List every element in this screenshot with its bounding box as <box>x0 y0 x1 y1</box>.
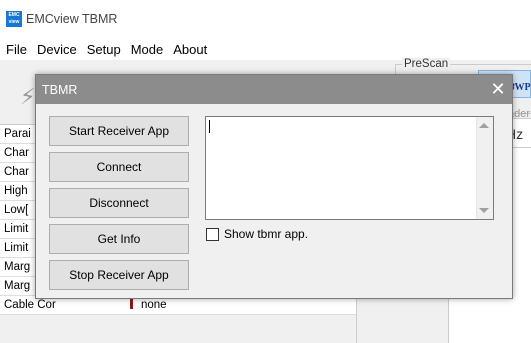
param-label: Marg <box>4 261 31 273</box>
output-scrollbar[interactable] <box>476 117 493 219</box>
app-title: EMCview TBMR <box>26 12 118 26</box>
menu-device[interactable]: Device <box>35 42 79 57</box>
start-receiver-app-button[interactable]: Start Receiver App <box>49 116 189 146</box>
param-label: Marg <box>4 280 31 292</box>
scroll-up-icon[interactable] <box>479 123 489 128</box>
app-logo-icon: EMC view <box>6 11 22 27</box>
disconnect-button[interactable]: Disconnect <box>49 188 189 218</box>
menu-bar: File Device Setup Mode About <box>0 38 531 60</box>
menu-mode[interactable]: Mode <box>129 42 166 57</box>
param-label: Limit <box>4 223 29 235</box>
prescan-label: PreScan <box>402 58 451 70</box>
dialog-title: TBMR <box>42 82 78 97</box>
connect-button[interactable]: Connect <box>49 152 189 182</box>
checkbox-box[interactable] <box>206 227 219 241</box>
close-icon[interactable]: ✕ <box>484 75 512 104</box>
param-label: High <box>4 185 28 197</box>
param-label: Char <box>4 147 29 159</box>
stop-receiver-app-button[interactable]: Stop Receiver App <box>49 260 189 290</box>
app-title-bar: EMC view EMCview TBMR <box>0 0 531 38</box>
text-caret <box>209 120 210 133</box>
param-label: Cable Cor <box>4 299 56 311</box>
checkbox-label: Show tbmr app. <box>224 227 309 241</box>
value-color-swatch <box>130 298 133 309</box>
param-value-text: none <box>141 299 167 311</box>
menu-file[interactable]: File <box>4 42 29 57</box>
tbmr-dialog: TBMR ✕ Start Receiver App Connect Discon… <box>35 74 513 299</box>
param-label: Low[ <box>4 204 29 216</box>
scroll-down-icon[interactable] <box>479 208 489 213</box>
dialog-title-bar[interactable]: TBMR ✕ <box>36 75 512 104</box>
show-tbmr-app-checkbox[interactable]: Show tbmr app. <box>206 227 308 241</box>
param-label: Limit <box>4 242 29 254</box>
param-label: Parai <box>4 128 31 140</box>
get-info-button[interactable]: Get Info <box>49 224 189 254</box>
menu-setup[interactable]: Setup <box>85 42 123 57</box>
menu-about[interactable]: About <box>171 42 209 57</box>
output-textarea[interactable] <box>205 116 494 220</box>
param-label: Char <box>4 166 29 178</box>
